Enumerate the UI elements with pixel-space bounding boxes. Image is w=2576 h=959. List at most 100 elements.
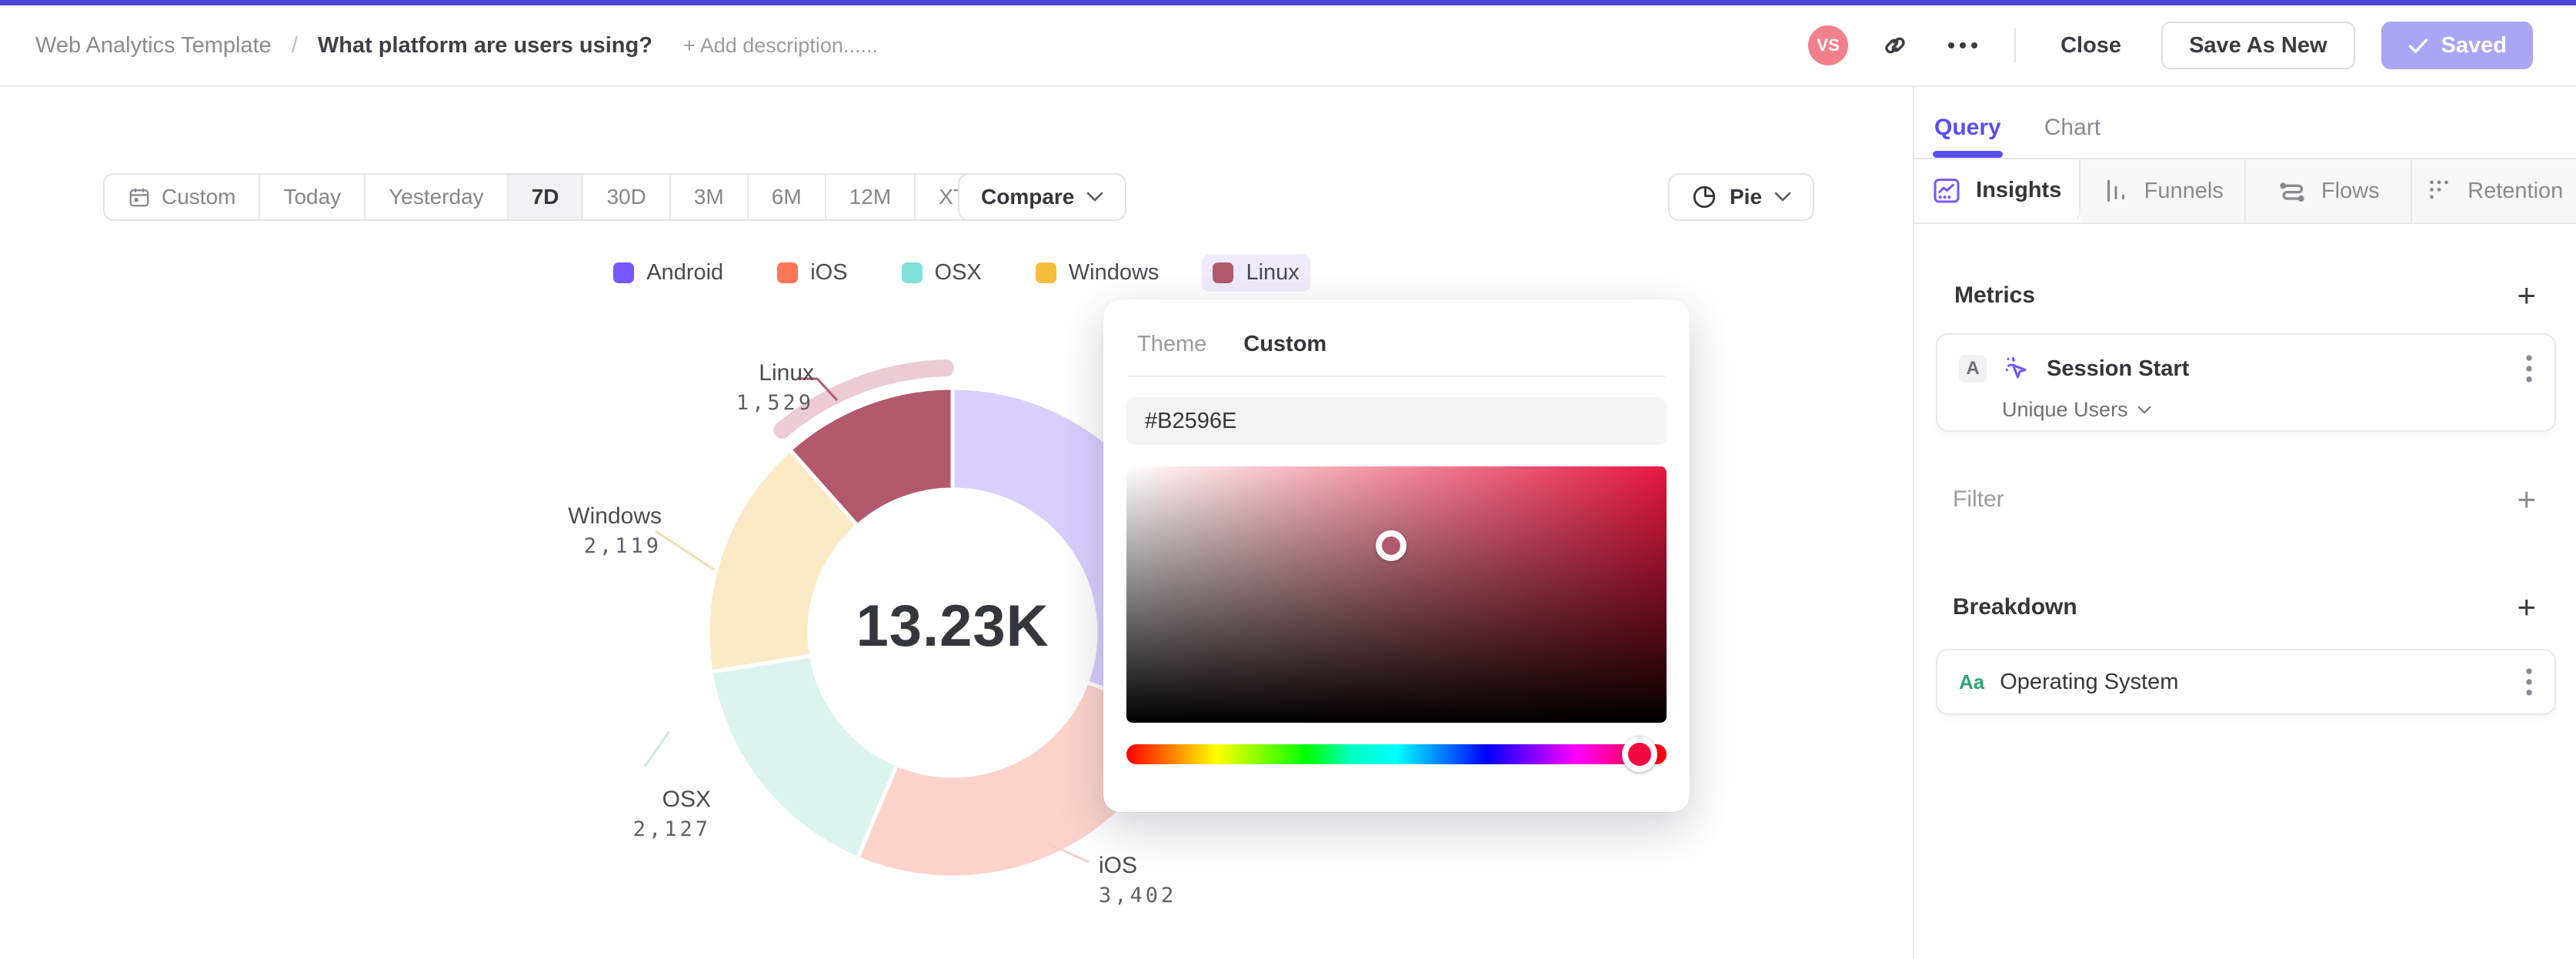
date-range-label: 7D [531, 185, 559, 209]
legend-item-ios[interactable]: iOS [766, 254, 858, 292]
legend-item-linux[interactable]: Linux [1202, 254, 1310, 292]
legend-label: Linux [1246, 260, 1300, 285]
date-range-label: Today [283, 185, 342, 209]
donut-slice-osx[interactable] [709, 653, 899, 860]
share-link-button[interactable] [1874, 25, 1916, 66]
date-range-12m[interactable]: 12M [826, 175, 916, 219]
filter-section-header: Filter + [1913, 483, 2576, 516]
legend-swatch-windows [1035, 262, 1056, 283]
tab-custom[interactable]: Custom [1243, 332, 1326, 357]
breadcrumb-parent-link[interactable]: Web Analytics Template [35, 33, 272, 58]
header-divider [2014, 28, 2017, 62]
close-button[interactable]: Close [2047, 33, 2135, 58]
aggregation-label: Unique Users [2002, 398, 2128, 421]
date-range-yesterday[interactable]: Yesterday [365, 175, 509, 219]
add-description-button[interactable]: + Add description...... [683, 34, 878, 58]
metric-card[interactable]: A Session Start Unique Users [1936, 333, 2556, 432]
check-icon [2408, 38, 2428, 53]
kebab-icon [2526, 668, 2532, 696]
chevron-down-icon [1774, 192, 1791, 202]
analysis-view-switcher: Insights Funnels Flows Retention [1914, 158, 2576, 224]
view-label: Retention [2468, 178, 2564, 203]
leader-line-windows [655, 530, 715, 571]
breakdown-section-header: Breakdown + [1913, 591, 2576, 623]
chart-type-label: Pie [1730, 185, 1763, 209]
legend-swatch-android [613, 262, 635, 283]
breadcrumb-separator: / [291, 32, 298, 58]
chevron-down-icon [2137, 406, 2151, 414]
legend-label: Windows [1068, 260, 1160, 285]
date-range-label: Custom [162, 185, 236, 209]
metric-options-button[interactable] [2525, 353, 2533, 384]
add-breakdown-button[interactable]: + [2517, 591, 2536, 623]
breakdown-options-button[interactable] [2525, 667, 2533, 697]
compare-button[interactable]: Compare [958, 173, 1127, 221]
ellipsis-icon [1948, 42, 1978, 48]
slice-label-linux: Linux 1,529 [736, 360, 814, 415]
chevron-down-icon [1087, 192, 1103, 202]
avatar[interactable]: VS [1808, 25, 1849, 65]
slice-label-name: OSX [662, 787, 711, 812]
date-range-label: Yesterday [389, 185, 484, 209]
slice-label-value: 1,529 [736, 391, 814, 415]
date-range-custom[interactable]: Custom [105, 175, 261, 219]
saturation-area[interactable] [1126, 466, 1667, 723]
view-label: Funnels [2144, 178, 2224, 203]
add-metric-button[interactable]: + [2517, 279, 2536, 312]
top-accent-bar [0, 0, 2576, 5]
legend-item-osx[interactable]: OSX [891, 254, 993, 292]
save-as-new-button[interactable]: Save As New [2161, 22, 2355, 69]
view-funnels[interactable]: Funnels [2080, 159, 2246, 222]
view-retention[interactable]: Retention [2411, 159, 2576, 222]
metric-aggregation-dropdown[interactable]: Unique Users [2002, 398, 2533, 422]
date-range-label: 30D [606, 185, 646, 209]
slice-label-value: 2,127 [632, 817, 711, 841]
view-insights[interactable]: Insights [1914, 159, 2080, 222]
view-label: Flows [2321, 178, 2380, 203]
date-range-label: 12M [849, 185, 892, 209]
donut-total-value: 13.23K [856, 593, 1049, 659]
view-flows[interactable]: Flows [2246, 159, 2412, 222]
calendar-icon [129, 188, 149, 207]
breakdown-card[interactable]: Aa Operating System [1936, 649, 2556, 715]
breakdown-property-name: Operating System [2000, 669, 2179, 694]
tab-chart[interactable]: Chart [2044, 115, 2101, 158]
legend-swatch-ios [777, 262, 799, 283]
hue-slider-handle[interactable] [1621, 737, 1657, 772]
leader-line-osx [643, 730, 671, 767]
tab-query[interactable]: Query [1933, 115, 2003, 158]
more-options-button[interactable] [1942, 25, 1984, 66]
legend-label: OSX [934, 260, 982, 285]
flows-icon [2280, 182, 2304, 202]
breakdown-title: Breakdown [1953, 594, 2077, 620]
add-filter-button[interactable]: + [2517, 483, 2536, 516]
query-sidebar: Query Chart Insights Funnels Flows Reten… [1913, 87, 2576, 959]
chart-type-button[interactable]: Pie [1668, 173, 1815, 221]
saved-button[interactable]: Saved [2381, 22, 2533, 69]
saturation-handle[interactable] [1375, 530, 1406, 562]
event-sparkle-icon [2005, 356, 2027, 379]
slice-label-name: iOS [1099, 853, 1138, 878]
tab-theme[interactable]: Theme [1137, 332, 1206, 357]
legend-item-windows[interactable]: Windows [1025, 254, 1170, 292]
date-range-3m[interactable]: 3M [671, 175, 749, 219]
slice-label-value: 3,402 [1099, 884, 1177, 907]
slice-label-name: Windows [568, 503, 662, 529]
view-label: Insights [1976, 177, 2062, 202]
legend-swatch-osx [901, 262, 923, 283]
legend-swatch-linux [1213, 262, 1234, 283]
legend-item-android[interactable]: Android [602, 254, 734, 292]
date-range-today[interactable]: Today [260, 175, 366, 219]
hue-slider[interactable] [1126, 737, 1667, 772]
date-range-label: 6M [771, 185, 802, 209]
pie-chart-icon [1693, 185, 1716, 209]
link-icon [1885, 37, 1905, 54]
hex-color-input[interactable] [1126, 397, 1667, 445]
report-title[interactable]: What platform are users using? [318, 33, 652, 58]
color-picker-popup: Theme Custom [1103, 299, 1690, 812]
date-range-7d[interactable]: 7D [508, 175, 584, 219]
date-range-30d[interactable]: 30D [583, 175, 671, 219]
date-range-6m[interactable]: 6M [749, 175, 826, 219]
legend-label: iOS [810, 260, 848, 285]
breadcrumb: Web Analytics Template / What platform a… [0, 33, 878, 58]
